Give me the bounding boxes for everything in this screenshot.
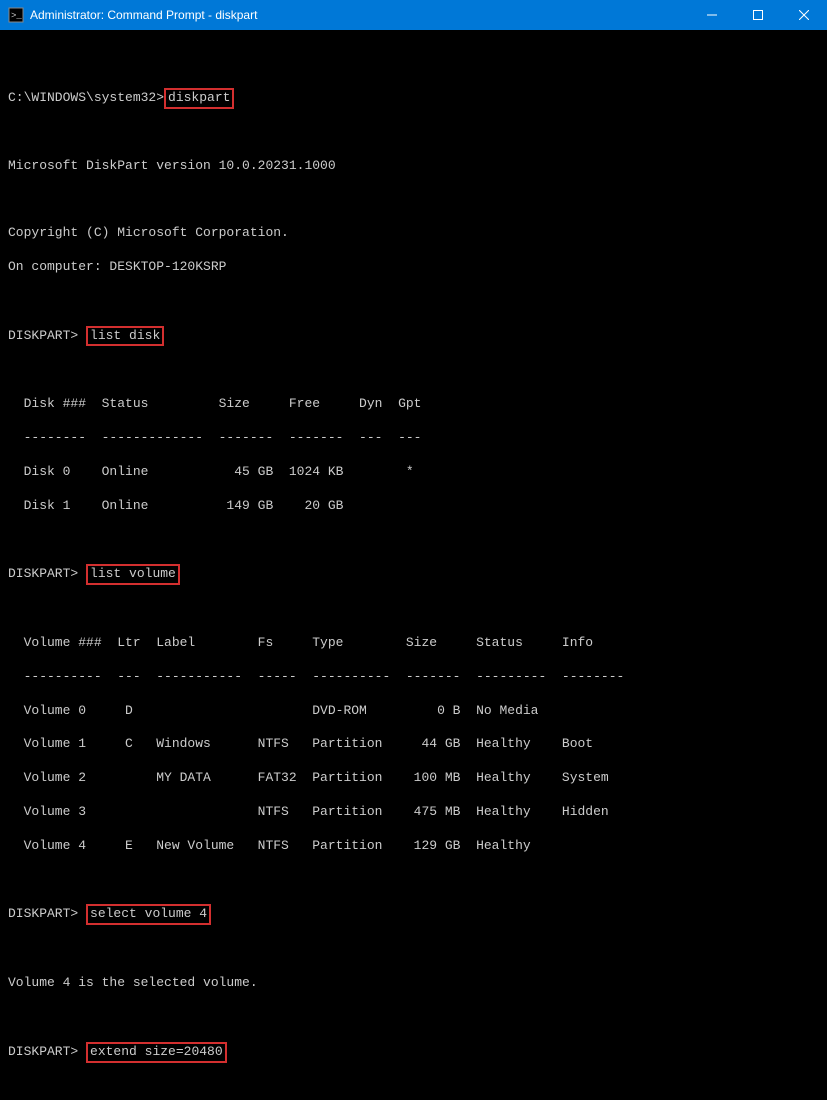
diskpart-prompt: DISKPART> — [8, 566, 78, 581]
highlighted-command: select volume 4 — [86, 904, 211, 925]
disk-separator: -------- ------------- ------- ------- -… — [8, 430, 819, 447]
disk-header: Disk ### Status Size Free Dyn Gpt — [8, 396, 819, 413]
titlebar-left: >_ Administrator: Command Prompt - diskp… — [8, 7, 257, 23]
minimize-button[interactable] — [689, 0, 735, 30]
copyright-line: Copyright (C) Microsoft Corporation. — [8, 225, 819, 242]
prompt-path: C:\WINDOWS\system32> — [8, 90, 164, 105]
diskpart-prompt: DISKPART> — [8, 906, 78, 921]
highlighted-command: list disk — [86, 326, 164, 347]
volume-row: Volume 2 MY DATA FAT32 Partition 100 MB … — [8, 770, 819, 787]
disk-row: Disk 0 Online 45 GB 1024 KB * — [8, 464, 819, 481]
highlighted-command: diskpart — [164, 88, 234, 109]
volume-separator: ---------- --- ----------- ----- -------… — [8, 669, 819, 686]
cmd-icon: >_ — [8, 7, 24, 23]
maximize-button[interactable] — [735, 0, 781, 30]
volume-row: Volume 0 D DVD-ROM 0 B No Media — [8, 703, 819, 720]
close-button[interactable] — [781, 0, 827, 30]
volume-header: Volume ### Ltr Label Fs Type Size Status… — [8, 635, 819, 652]
terminal-output[interactable]: C:\WINDOWS\system32>diskpart Microsoft D… — [0, 30, 827, 1100]
version-line: Microsoft DiskPart version 10.0.20231.10… — [8, 158, 819, 175]
svg-text:>_: >_ — [11, 11, 22, 21]
volume-row: Volume 4 E New Volume NTFS Partition 129… — [8, 838, 819, 855]
window-controls — [689, 0, 827, 30]
diskpart-prompt: DISKPART> — [8, 328, 78, 343]
diskpart-prompt: DISKPART> — [8, 1044, 78, 1059]
disk-row: Disk 1 Online 149 GB 20 GB — [8, 498, 819, 515]
computer-line: On computer: DESKTOP-120KSRP — [8, 259, 819, 276]
selected-msg: Volume 4 is the selected volume. — [8, 975, 819, 992]
volume-row: Volume 3 NTFS Partition 475 MB Healthy H… — [8, 804, 819, 821]
window-title: Administrator: Command Prompt - diskpart — [30, 8, 257, 22]
highlighted-command: extend size=20480 — [86, 1042, 227, 1063]
volume-row: Volume 1 C Windows NTFS Partition 44 GB … — [8, 736, 819, 753]
highlighted-command: list volume — [86, 564, 180, 585]
titlebar[interactable]: >_ Administrator: Command Prompt - diskp… — [0, 0, 827, 30]
